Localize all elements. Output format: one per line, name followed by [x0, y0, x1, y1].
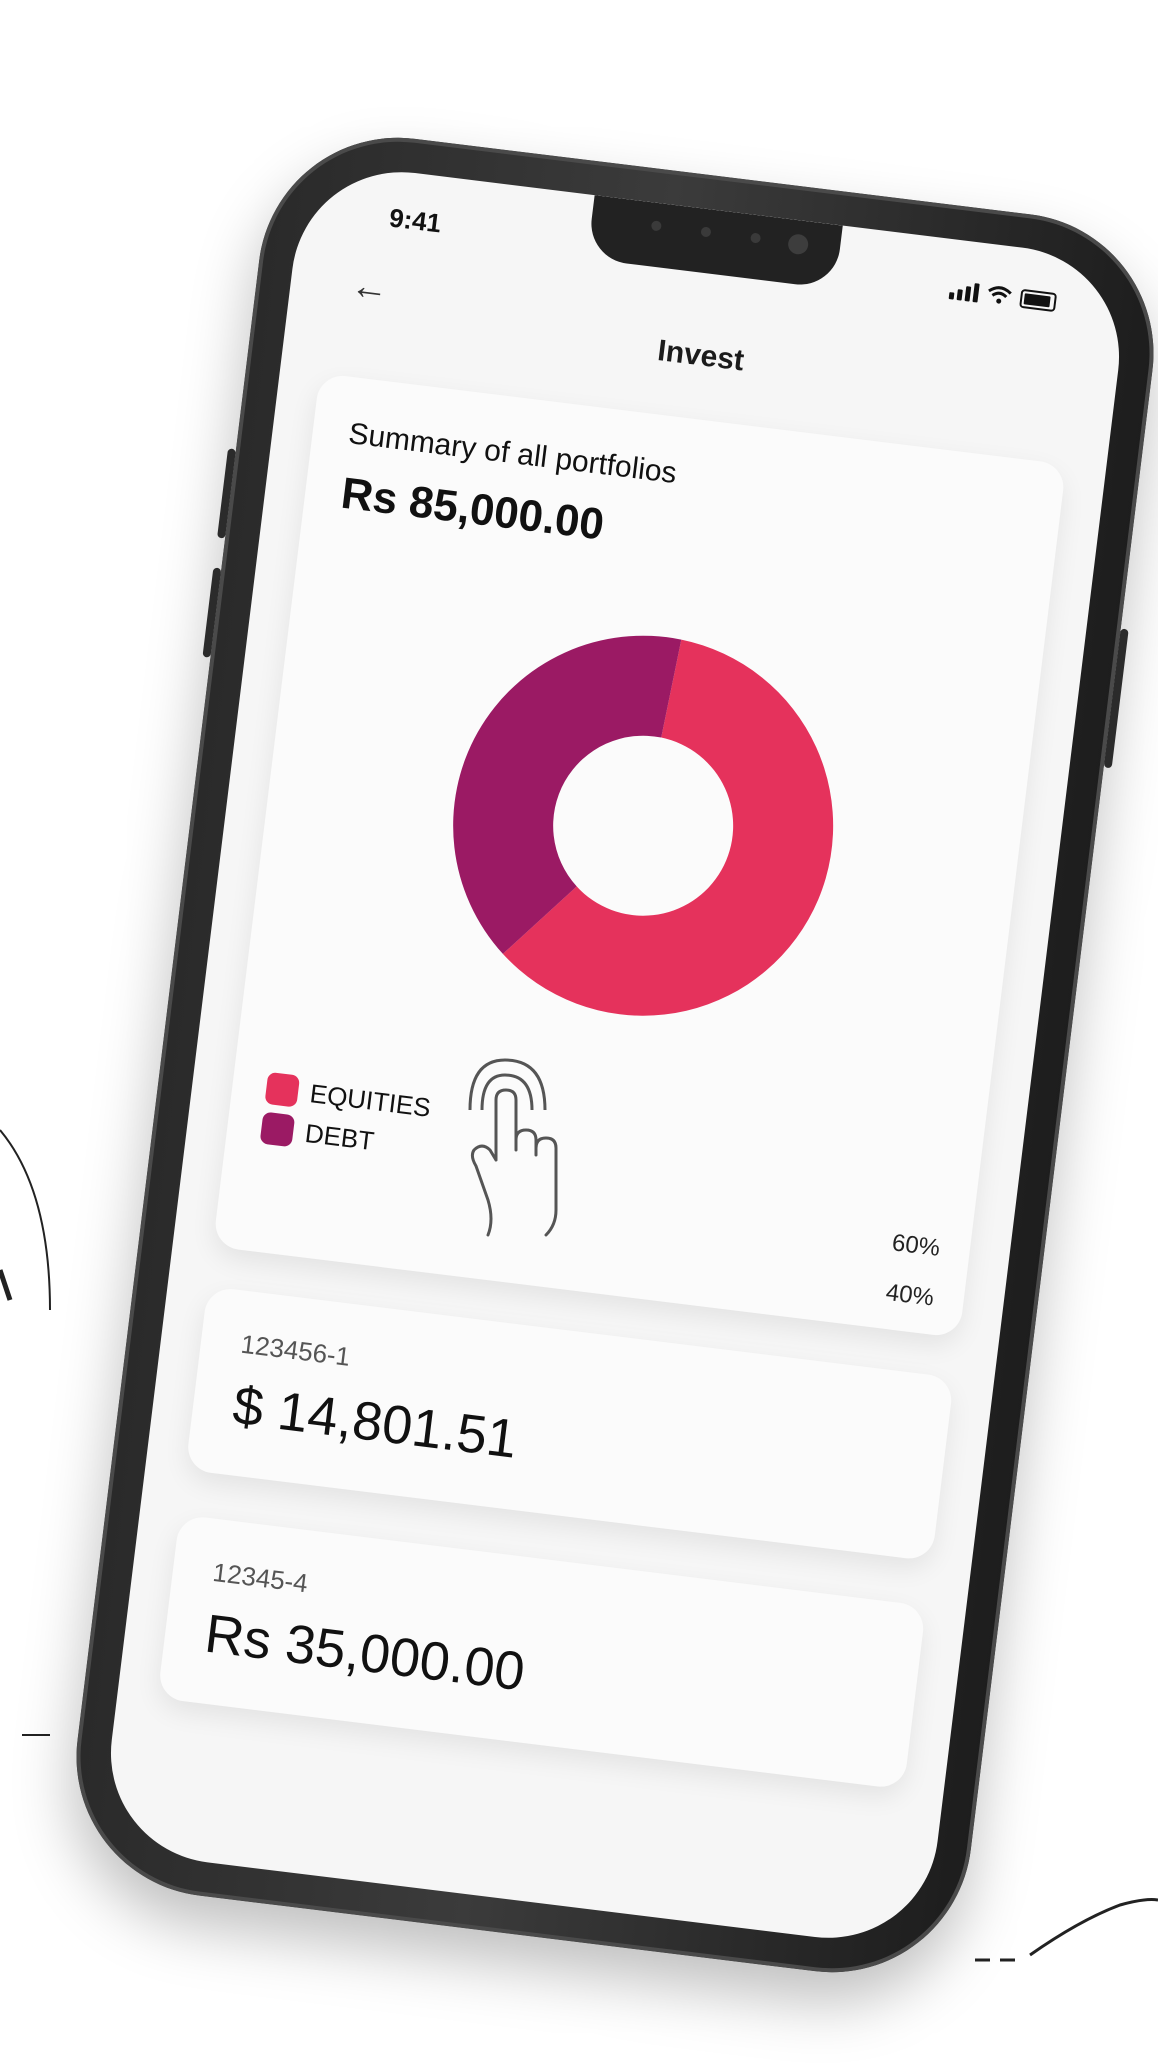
- summary-total: Rs 85,000.00: [338, 468, 607, 550]
- portfolio-summary-card[interactable]: Summary of all portfolios Rs 85,000.00 E…: [212, 372, 1067, 1339]
- legend-label: DEBT: [303, 1117, 376, 1156]
- phone-mockup: 9:41 ← Invest Summary of all portfolios …: [60, 121, 1158, 1989]
- legend-label: EQUITIES: [308, 1077, 433, 1123]
- wifi-icon: [988, 286, 1012, 304]
- account-balance: Rs 35,000.00: [201, 1603, 528, 1703]
- debt-percentage: 40%: [884, 1278, 936, 1312]
- signal-icon: [948, 280, 980, 303]
- chart-legend: EQUITIES DEBT: [259, 1071, 433, 1172]
- tap-hand-icon: [468, 1058, 558, 1237]
- account-number: 12345-4: [211, 1556, 310, 1599]
- legend-swatch: [259, 1111, 296, 1148]
- account-number: 123456-1: [239, 1328, 352, 1372]
- account-card[interactable]: 123456-1 $ 14,801.51: [185, 1286, 955, 1562]
- donut-chart: [453, 635, 834, 1016]
- status-icons: [948, 279, 1058, 312]
- account-card[interactable]: 12345-4 Rs 35,000.00: [157, 1514, 927, 1790]
- account-balance: $ 14,801.51: [229, 1375, 521, 1470]
- battery-icon: [1019, 288, 1058, 312]
- legend-swatch: [264, 1071, 301, 1108]
- status-time: 9:41: [387, 202, 443, 239]
- equities-percentage: 60%: [890, 1229, 942, 1262]
